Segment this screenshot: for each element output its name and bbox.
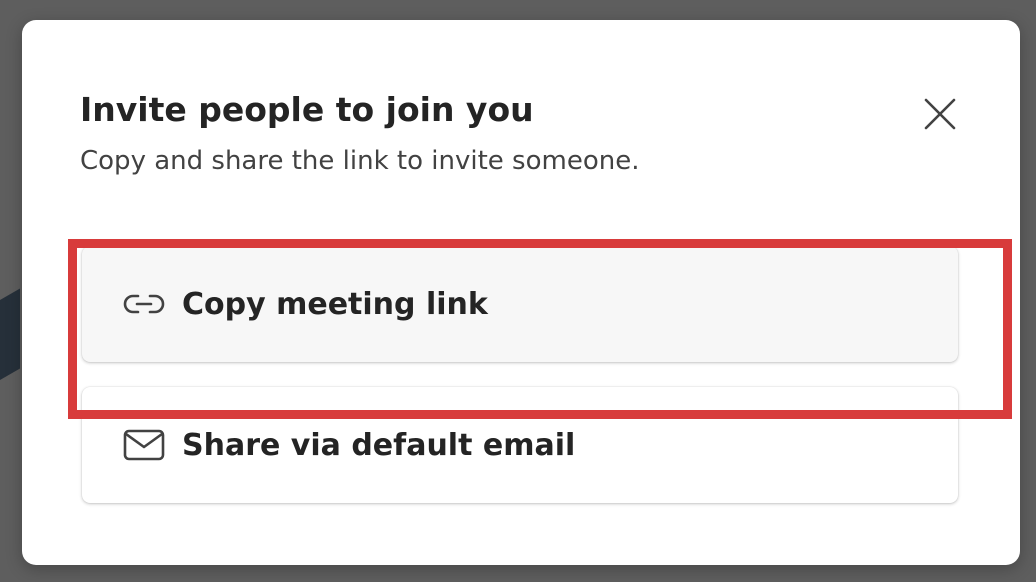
copy-meeting-link-button[interactable]: Copy meeting link [82,246,958,362]
dialog-title: Invite people to join you [80,90,534,129]
invite-dialog: Invite people to join you Copy and share… [22,20,1020,565]
backdrop-content [0,288,20,392]
copy-meeting-link-label: Copy meeting link [182,286,488,322]
close-button[interactable] [918,92,962,136]
link-icon [122,282,166,326]
dialog-subtitle: Copy and share the link to invite someon… [80,146,640,176]
share-via-email-label: Share via default email [182,427,576,463]
share-via-email-button[interactable]: Share via default email [82,387,958,503]
mail-icon [122,423,166,467]
close-icon [924,98,956,130]
